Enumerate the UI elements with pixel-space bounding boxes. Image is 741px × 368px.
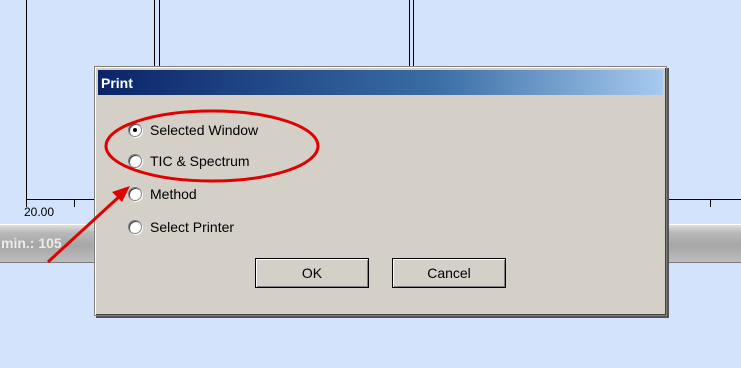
radio-method[interactable]: Method: [128, 184, 197, 204]
radio-label: Method: [150, 186, 197, 202]
axis-tick: [710, 199, 711, 207]
cancel-button[interactable]: Cancel: [392, 258, 506, 288]
peak-line: [154, 0, 155, 70]
radio-button[interactable]: [128, 187, 142, 201]
peak-line: [413, 0, 414, 66]
radio-selected-window[interactable]: Selected Window: [128, 120, 258, 140]
radio-label: Selected Window: [150, 122, 259, 138]
peak-line: [159, 0, 160, 70]
radio-select-printer[interactable]: Select Printer: [128, 217, 234, 237]
plot-left-axis: [26, 0, 27, 200]
status-text: min.: 105: [1, 235, 62, 251]
axis-tick-label: 20.00: [24, 205, 55, 219]
ok-button[interactable]: OK: [255, 258, 369, 288]
axis-tick: [74, 199, 75, 207]
radio-button[interactable]: [128, 220, 142, 234]
radio-tic-spectrum[interactable]: TIC & Spectrum: [128, 151, 250, 171]
radio-label: Select Printer: [150, 219, 235, 235]
dialog-titlebar[interactable]: Print: [98, 70, 663, 95]
print-dialog: Print Selected Window TIC & Spectrum Met…: [94, 66, 667, 316]
peak-line: [409, 0, 410, 66]
dialog-title: Print: [101, 75, 133, 91]
radio-button[interactable]: [128, 123, 142, 137]
axis-tick: [668, 199, 669, 207]
radio-button[interactable]: [128, 154, 142, 168]
radio-label: TIC & Spectrum: [150, 153, 250, 169]
radio-dot: [133, 128, 137, 132]
